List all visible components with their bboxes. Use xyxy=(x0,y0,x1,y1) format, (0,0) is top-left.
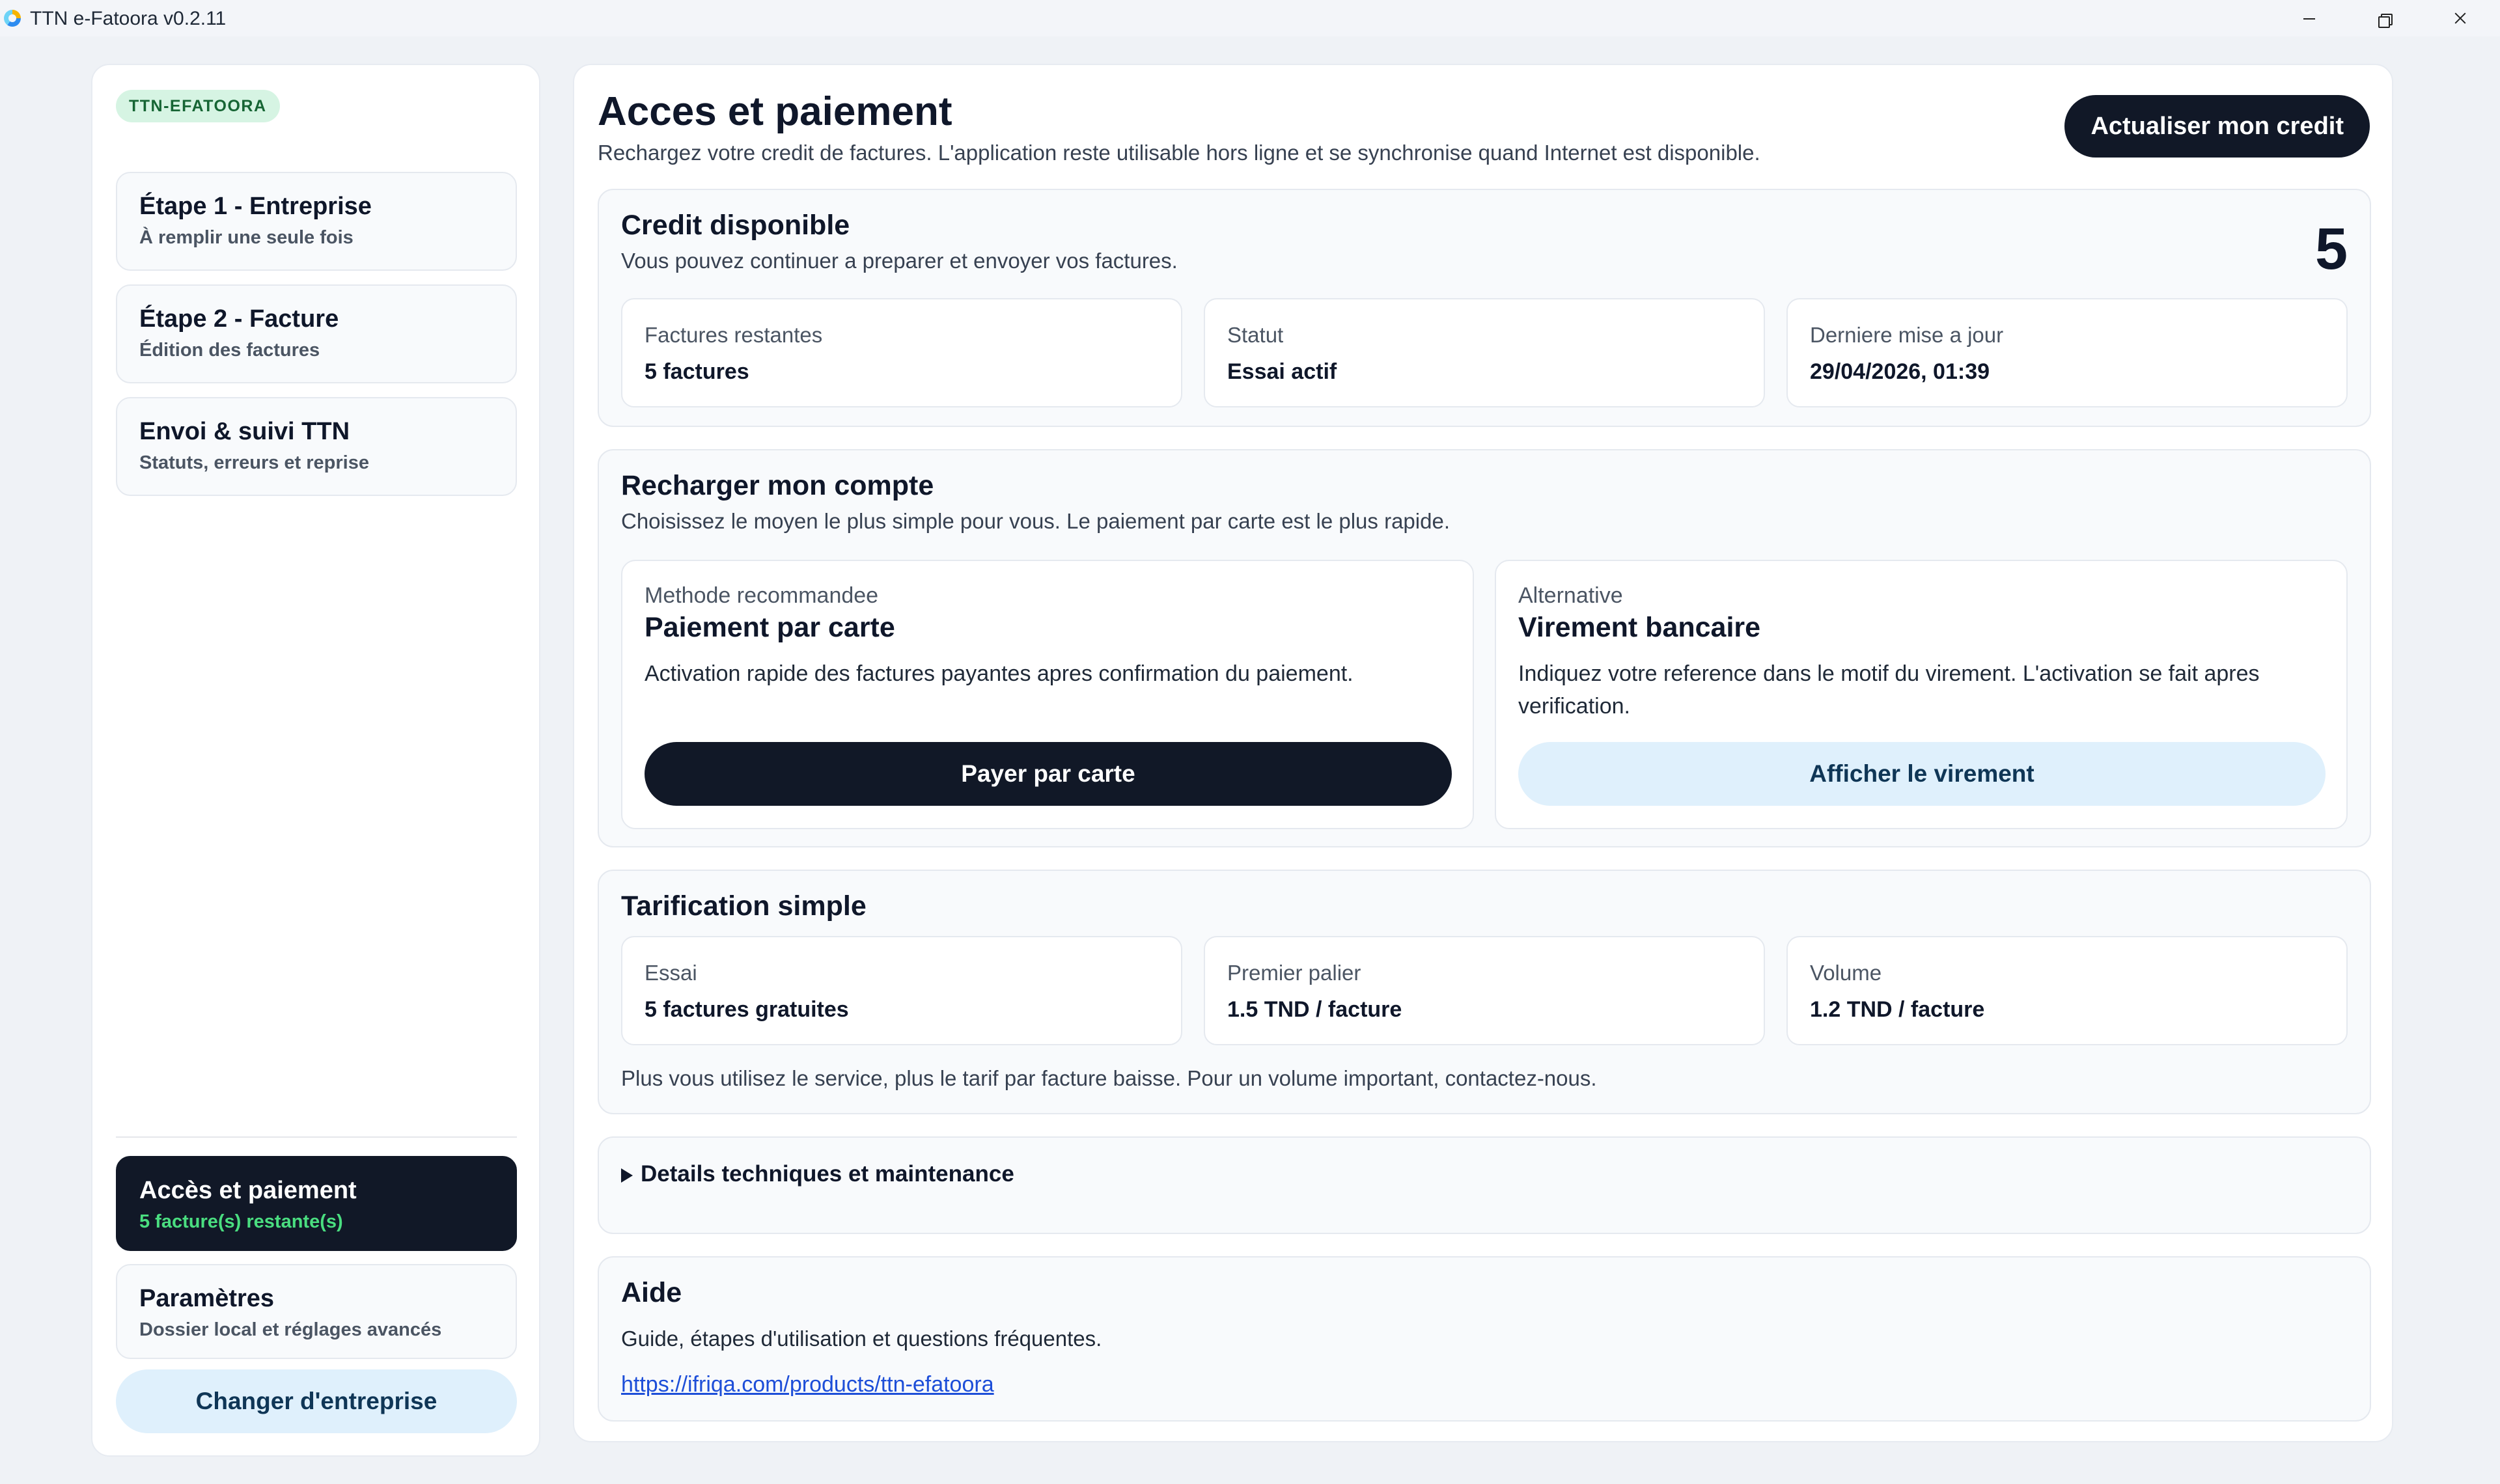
tier-label: Volume xyxy=(1810,961,1882,985)
recharge-card: Recharger mon compte Choisissez le moyen… xyxy=(598,449,2371,847)
option-description: Indiquez votre reference dans le motif d… xyxy=(1518,661,2260,719)
sidebar-item-title: Accès et paiement xyxy=(139,1177,357,1204)
window-title: TTN e-Fatoora v0.2.11 xyxy=(30,8,227,29)
credit-count: 5 xyxy=(2314,217,2348,282)
sidebar-item-acces-paiement[interactable]: Accès et paiement 5 facture(s) restante(… xyxy=(116,1156,517,1251)
help-link[interactable]: https://ifriqa.com/products/ttn-efatoora xyxy=(621,1372,994,1397)
credit-title: Credit disponible xyxy=(621,210,850,241)
stat-remaining-invoices: Factures restantes 5 factures xyxy=(621,298,1182,407)
app-logo-icon xyxy=(4,10,21,27)
help-subtitle: Guide, étapes d'utilisation et questions… xyxy=(621,1326,1102,1351)
technical-details-toggle[interactable]: Details techniques et maintenance xyxy=(621,1161,1014,1187)
option-name: Paiement par carte xyxy=(645,612,895,643)
show-transfer-button[interactable]: Afficher le virement xyxy=(1518,742,2326,806)
sidebar-item-title: Étape 2 - Facture xyxy=(139,305,339,333)
sidebar-divider xyxy=(116,1136,517,1138)
sidebar-item-facture[interactable]: Étape 2 - Facture Édition des factures xyxy=(116,284,517,383)
option-name: Virement bancaire xyxy=(1518,612,1761,643)
sidebar-item-subtitle: À remplir une seule fois xyxy=(139,227,354,248)
help-title: Aide xyxy=(621,1277,682,1308)
stat-value: Essai actif xyxy=(1227,359,1337,384)
card-payment-option: Methode recommandee Paiement par carte A… xyxy=(621,560,1474,829)
option-kicker: Alternative xyxy=(1518,583,1623,608)
close-icon[interactable] xyxy=(2440,4,2479,33)
stat-status: Statut Essai actif xyxy=(1204,298,1765,407)
details-summary-label: Details techniques et maintenance xyxy=(641,1161,1014,1187)
credit-card: Credit disponible Vous pouvez continuer … xyxy=(598,189,2371,427)
tier-value: 1.2 TND / facture xyxy=(1810,997,1985,1022)
option-kicker: Methode recommandee xyxy=(645,583,879,608)
tier-label: Premier palier xyxy=(1227,961,1361,985)
tier-label: Essai xyxy=(645,961,697,985)
minimize-icon[interactable] xyxy=(2289,4,2328,33)
tier-trial: Essai 5 factures gratuites xyxy=(621,936,1182,1045)
title-bar: TTN e-Fatoora v0.2.11 xyxy=(0,0,2500,36)
sidebar-item-envoi-suivi[interactable]: Envoi & suivi TTN Statuts, erreurs et re… xyxy=(116,397,517,496)
sidebar-item-parametres[interactable]: Paramètres Dossier local et réglages ava… xyxy=(116,1264,517,1359)
sidebar: TTN-EFATOORA Étape 1 - Entreprise À remp… xyxy=(91,64,540,1457)
sidebar-item-title: Envoi & suivi TTN xyxy=(139,418,350,445)
recharge-subtitle: Choisissez le moyen le plus simple pour … xyxy=(621,509,1450,533)
main-panel: Acces et paiement Rechargez votre credit… xyxy=(573,64,2393,1442)
stat-label: Derniere mise a jour xyxy=(1810,323,2004,347)
sidebar-item-subtitle: Édition des factures xyxy=(139,340,320,361)
brand-badge: TTN-EFATOORA xyxy=(116,90,280,122)
stat-label: Statut xyxy=(1227,323,1284,347)
tier-volume: Volume 1.2 TND / facture xyxy=(1786,936,2348,1045)
credit-remaining-label: 5 facture(s) restante(s) xyxy=(139,1211,343,1232)
sidebar-item-entreprise[interactable]: Étape 1 - Entreprise À remplir une seule… xyxy=(116,172,517,271)
bank-transfer-option: Alternative Virement bancaire Indiquez v… xyxy=(1495,560,2348,829)
option-description: Activation rapide des factures payantes … xyxy=(645,661,1354,686)
technical-details-card: Details techniques et maintenance xyxy=(598,1136,2371,1234)
sidebar-item-subtitle: Dossier local et réglages avancés xyxy=(139,1319,442,1340)
sidebar-item-subtitle: Statuts, erreurs et reprise xyxy=(139,452,369,473)
page-subtitle: Rechargez votre credit de factures. L'ap… xyxy=(598,141,1760,165)
change-company-button[interactable]: Changer d'entreprise xyxy=(116,1369,517,1433)
pay-by-card-button[interactable]: Payer par carte xyxy=(645,742,1452,806)
pricing-card: Tarification simple Essai 5 factures gra… xyxy=(598,870,2371,1114)
sidebar-item-title: Paramètres xyxy=(139,1285,275,1312)
page-title: Acces et paiement xyxy=(598,89,952,134)
credit-subtitle: Vous pouvez continuer a preparer et envo… xyxy=(621,249,1178,273)
triangle-right-icon xyxy=(621,1168,633,1183)
sidebar-item-title: Étape 1 - Entreprise xyxy=(139,193,372,220)
stat-value: 5 factures xyxy=(645,359,749,384)
pricing-note: Plus vous utilisez le service, plus le t… xyxy=(621,1066,1597,1090)
tier-first: Premier palier 1.5 TND / facture xyxy=(1204,936,1765,1045)
help-card: Aide Guide, étapes d'utilisation et ques… xyxy=(598,1256,2371,1422)
pricing-title: Tarification simple xyxy=(621,890,867,922)
recharge-title: Recharger mon compte xyxy=(621,470,934,501)
restore-icon[interactable] xyxy=(2365,4,2404,33)
refresh-credit-button[interactable]: Actualiser mon credit xyxy=(2064,95,2370,158)
stat-last-update: Derniere mise a jour 29/04/2026, 01:39 xyxy=(1786,298,2348,407)
stat-value: 29/04/2026, 01:39 xyxy=(1810,359,1990,384)
stat-label: Factures restantes xyxy=(645,323,823,347)
tier-value: 1.5 TND / facture xyxy=(1227,997,1402,1022)
tier-value: 5 factures gratuites xyxy=(645,997,849,1022)
